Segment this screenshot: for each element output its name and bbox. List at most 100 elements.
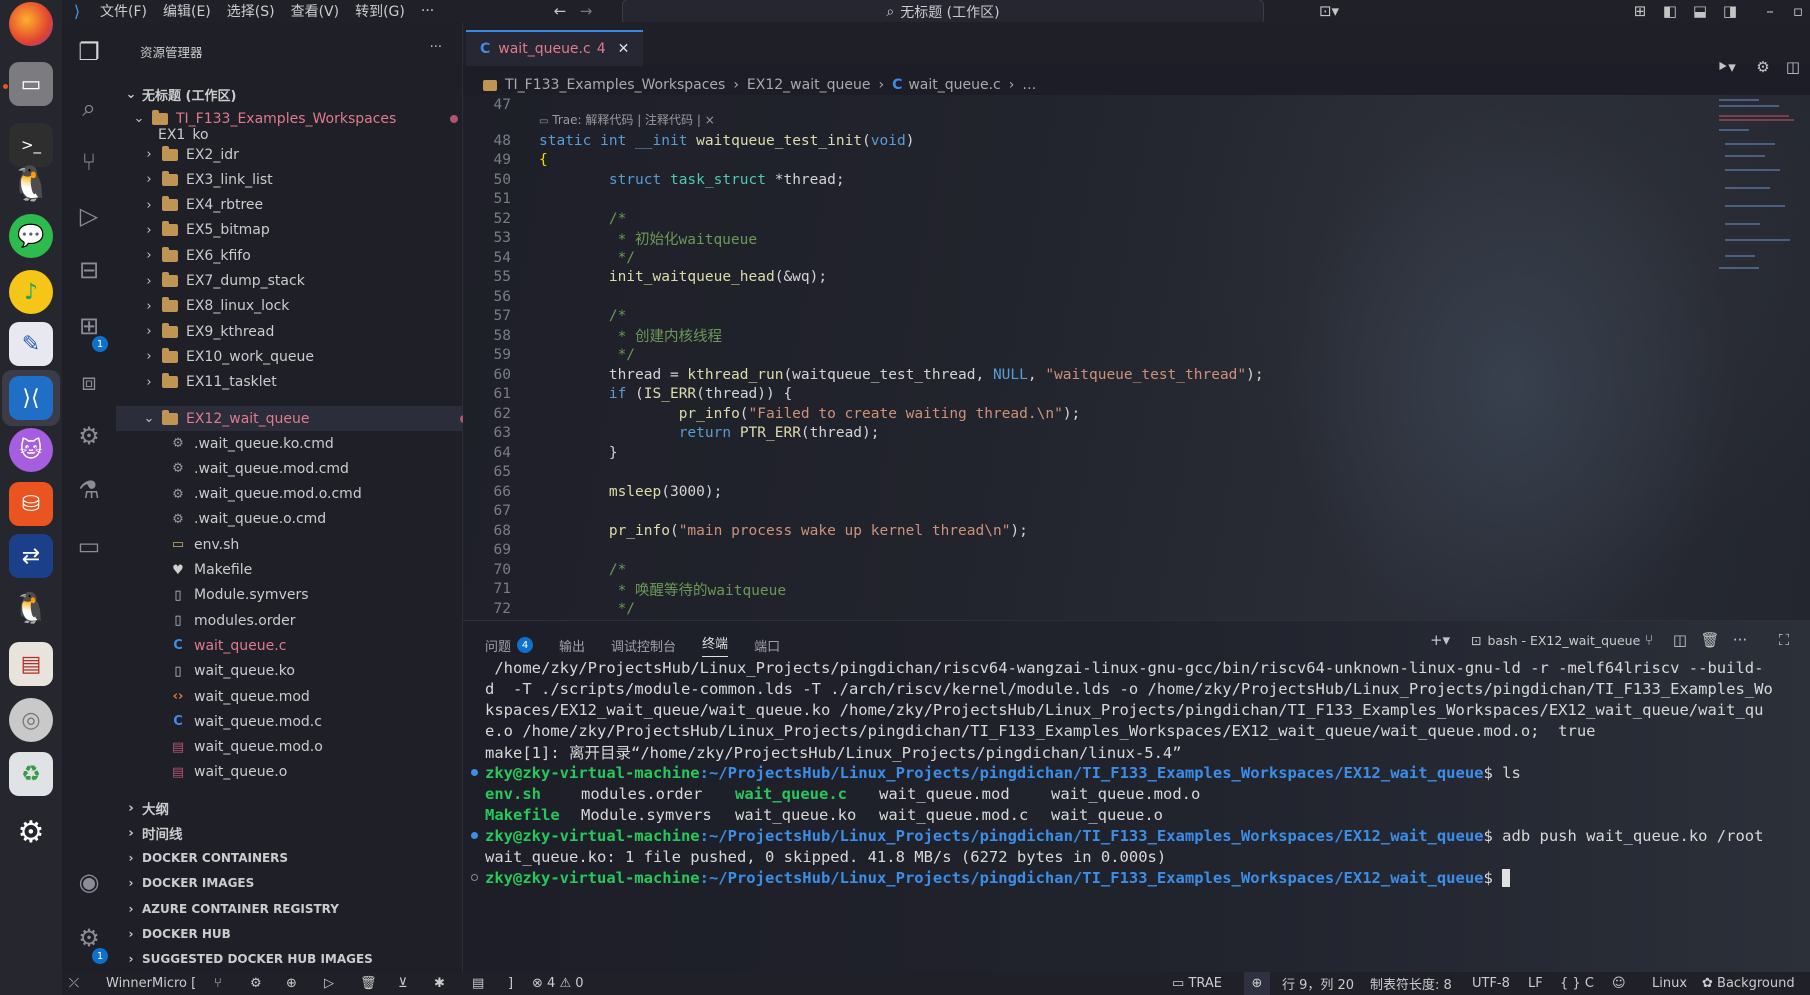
back-arrow-icon[interactable]: ← (550, 0, 570, 22)
run-icon[interactable]: ▷ (324, 972, 334, 995)
menu-file[interactable]: 文件(F) (92, 1, 155, 21)
remote-explorer-icon[interactable]: ⊟ (62, 246, 116, 294)
panel-more-icon[interactable]: ··· (1729, 629, 1751, 651)
tree-file[interactable]: ⚙ .wait_queue.mod.o.cmd (116, 482, 516, 507)
tree-folder[interactable]: › EX11_tasklet (116, 370, 488, 395)
explorer-icon[interactable]: ❐ (62, 28, 116, 76)
wechat-icon[interactable]: 💬 (9, 214, 53, 258)
tree-file[interactable]: ▤ wait_queue.o (116, 760, 516, 785)
platform[interactable]: Linux (1652, 972, 1687, 995)
tree-file[interactable]: Cwait_queue.mod.c (116, 709, 516, 734)
delete-icon[interactable]: 🗑 (360, 972, 377, 995)
toggle-sidebar-icon[interactable]: ◧ (1658, 0, 1682, 22)
tree-file[interactable]: ♥ Makefile (116, 558, 516, 583)
tree-file[interactable]: ▭ env.sh (116, 532, 516, 557)
tree-item-partial[interactable]: EX1_ko (116, 128, 504, 140)
menu-go[interactable]: 转到(G) (347, 1, 413, 21)
sidebar-section-header[interactable]: › DOCKER CONTAINERS (116, 846, 470, 871)
tab-output[interactable]: 输出 (559, 633, 585, 657)
code-editor[interactable]: 47 ▭ Trae: 解释代码 | 注释代码 | × 48 static int … (463, 95, 1810, 620)
tree-folder[interactable]: › EX5_bitmap (116, 218, 488, 243)
status-remote-label[interactable]: WinnerMicro [ (106, 972, 196, 995)
kill-terminal-icon[interactable]: 🗑 (1699, 629, 1721, 651)
cursor-position[interactable]: 行 9，列 20 (1282, 972, 1354, 995)
tree-file[interactable]: ⚙ .wait_queue.o.cmd (116, 507, 516, 532)
tree-file[interactable]: Cwait_queue.c4 (116, 633, 516, 658)
split-terminal-icon[interactable]: ◫ (1669, 629, 1691, 651)
tree-file[interactable]: ▯ wait_queue.ko (116, 659, 516, 684)
trae-codelens-hint[interactable]: ▭ Trae: 解释代码 | 注释代码 | × (539, 111, 715, 128)
indentation[interactable]: 制表符长度: 8 (1370, 972, 1452, 995)
sidebar-section-header[interactable]: › SUGGESTED DOCKER HUB IMAGES (116, 947, 470, 972)
tree-file[interactable]: ⚙ .wait_queue.mod.cmd (116, 456, 516, 481)
tree-folder[interactable]: › EX7_dump_stack (116, 269, 488, 294)
tree-folder[interactable]: › EX2_idr (116, 142, 488, 167)
document-viewer-icon[interactable]: ▤ (9, 642, 53, 686)
sidebar-section-header[interactable]: › 大纲 (116, 795, 470, 820)
tree-file[interactable]: ⚙ .wait_queue.ko.cmd (116, 431, 516, 456)
tab-terminal[interactable]: 终端 (702, 633, 729, 657)
new-terminal-icon[interactable]: +▾ (1423, 629, 1457, 651)
cat-app-icon[interactable]: 🐱 (9, 428, 53, 472)
tree-folder[interactable]: › EX9_kthread (116, 319, 488, 344)
background-status[interactable]: ✿ Background (1702, 972, 1795, 995)
terminal-icon[interactable]: >_ (9, 123, 53, 167)
vscode-icon[interactable]: ⟩⟨ (9, 376, 53, 420)
breadcrumb-item[interactable]: EX12_wait_queue (747, 77, 871, 93)
maximize-icon[interactable]: ▫ (1788, 0, 1808, 22)
tree-folder[interactable]: › EX8_linux_lock (116, 294, 488, 319)
close-icon[interactable]: ✕ (618, 41, 630, 57)
maximize-panel-icon[interactable]: ⛶ (1773, 629, 1795, 651)
tab-debug-console[interactable]: 调试控制台 (611, 633, 676, 657)
tree-file[interactable]: ‹› wait_queue.mod (116, 684, 516, 709)
tree-file[interactable]: ▯ Module.symvers (116, 583, 516, 608)
network-tool-icon[interactable]: ⇄ (9, 534, 53, 578)
customize-layout-icon[interactable]: ⊞ (1628, 0, 1652, 22)
breadcrumb-item[interactable]: TI_F133_Examples_Workspaces (505, 77, 725, 93)
breadcrumb-item[interactable]: wait_queue.c (908, 77, 1000, 93)
menu-edit[interactable]: 编辑(E) (155, 1, 219, 21)
explorer-more-icon[interactable]: ··· (430, 40, 442, 55)
app-grid-icon[interactable]: ⚙ (9, 810, 53, 854)
music-icon[interactable]: ♪ (9, 270, 53, 314)
trae-status[interactable]: ▭ TRAE (1172, 972, 1222, 995)
sidebar-section-header[interactable]: › 时间线 (116, 820, 470, 845)
tree-folder[interactable]: › EX6_kfifo (116, 243, 488, 268)
language-mode[interactable]: { } C (1560, 972, 1594, 995)
copilot-chat-icon[interactable]: ⊡▾ (1312, 0, 1346, 22)
menu-more[interactable]: ··· (413, 3, 442, 19)
tree-folder[interactable]: › EX4_rbtree (116, 193, 488, 218)
notes-icon[interactable]: ▤ (472, 972, 484, 995)
terminal-output[interactable]: /home/zky/ProjectsHub/Linux_Projects/pin… (463, 657, 1810, 973)
files-icon[interactable]: ▭ (9, 62, 53, 106)
tree-file[interactable]: ▤ wait_queue.mod.o (116, 735, 516, 760)
config-gear-icon[interactable]: ⚙ (250, 972, 262, 995)
packages-icon[interactable]: ⧈ (62, 358, 116, 406)
sidebar-section-header[interactable]: › DOCKER IMAGES (116, 871, 470, 896)
docker-icon[interactable]: ⚙ (62, 412, 116, 460)
remote-indicator-icon[interactable]: ⤫ (62, 972, 86, 995)
breadcrumb-item[interactable]: … (1022, 77, 1036, 93)
tree-folder[interactable]: › EX3_link_list (116, 167, 488, 192)
run-debug-icon[interactable]: ▷ (62, 192, 116, 240)
tab-ports[interactable]: 端口 (754, 633, 780, 657)
problems-status[interactable]: ⊗ 4 ⚠ 0 (532, 972, 584, 995)
copilot-icon[interactable]: ☺ (1612, 972, 1626, 995)
linux-tux-icon[interactable]: 🐧 (9, 586, 53, 630)
tree-file[interactable]: ▯ modules.order (116, 608, 516, 633)
toggle-panel-icon[interactable]: ⬓ (1688, 0, 1712, 22)
test-icon[interactable]: ⚗ (62, 466, 116, 514)
disc-icon[interactable]: ◎ (9, 698, 53, 742)
sidebar-section-header[interactable]: › DOCKER HUB (116, 922, 470, 947)
software-center-icon[interactable]: ⛁ (9, 482, 53, 526)
tab-wait-queue-c[interactable]: C wait_queue.c 4 ✕ (466, 30, 644, 66)
text-editor-icon[interactable]: ✎ (9, 322, 53, 366)
menu-selection[interactable]: 选择(S) (219, 1, 283, 21)
zoom-icon[interactable]: ⊕ (1244, 972, 1270, 995)
globe-icon[interactable]: ⊕ (286, 972, 297, 995)
debug-icon[interactable]: ✱ (434, 972, 445, 995)
tab-problems[interactable]: 问题 4 (485, 633, 534, 657)
accounts-icon[interactable]: ◉ (62, 858, 116, 906)
sidebar-section-header[interactable]: › AZURE CONTAINER REGISTRY (116, 896, 470, 921)
forward-arrow-icon[interactable]: → (576, 0, 596, 22)
